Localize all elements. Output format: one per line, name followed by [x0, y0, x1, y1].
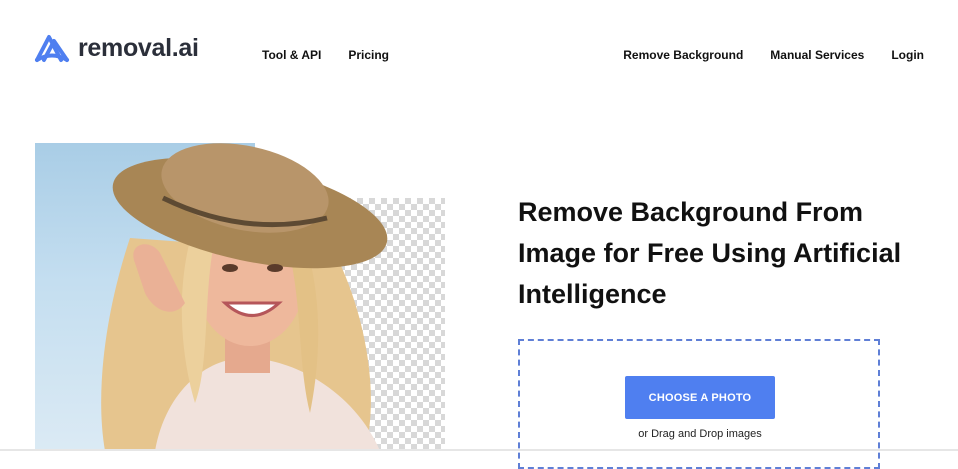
logo[interactable]: removal.ai — [34, 33, 199, 63]
nav-link-tool-api[interactable]: Tool & API — [262, 48, 321, 62]
hero-image — [35, 143, 445, 451]
nav-right: Remove Background Manual Services Login — [623, 48, 924, 62]
drag-drop-text: or Drag and Drop images — [638, 428, 762, 440]
removal-ai-logo-icon — [35, 35, 69, 62]
nav-link-pricing[interactable]: Pricing — [348, 48, 389, 62]
nav-link-manual-services[interactable]: Manual Services — [770, 48, 864, 62]
nav-left: Tool & API Pricing — [262, 48, 389, 62]
hero-headline: Remove Background From Image for Free Us… — [518, 197, 902, 309]
nav-link-login[interactable]: Login — [891, 48, 924, 62]
woman-with-hat-illustration — [101, 143, 388, 451]
nav-link-remove-background[interactable]: Remove Background — [623, 48, 743, 62]
logo-text: removal.ai — [78, 33, 199, 62]
choose-photo-button[interactable]: CHOOSE A PHOTO — [625, 376, 775, 419]
